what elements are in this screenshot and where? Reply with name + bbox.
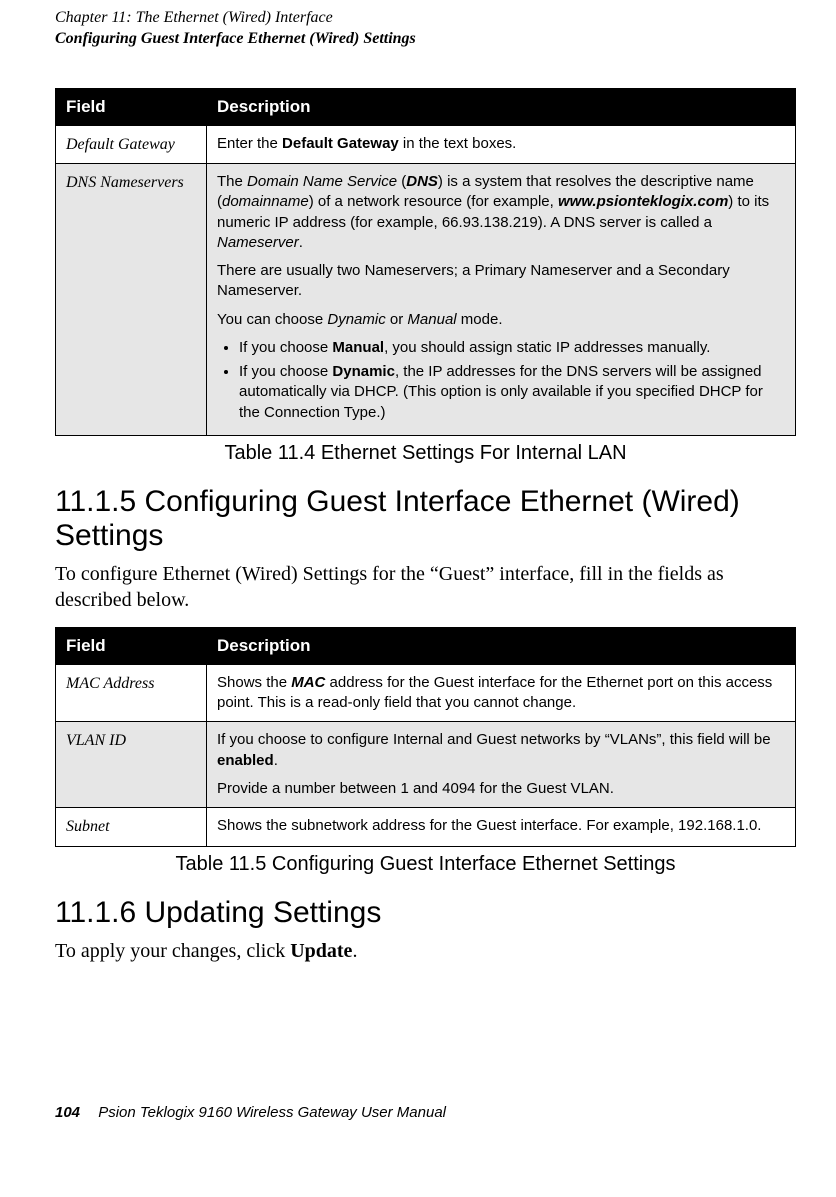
text: mode.: [457, 311, 503, 328]
text: The: [217, 173, 247, 190]
desc-subnet: Shows the subnetwork address for the Gue…: [207, 808, 796, 847]
text-bold: enabled: [217, 752, 274, 769]
text: .: [299, 234, 303, 251]
heading-11-1-6: 11.1.6 Updating Settings: [55, 896, 796, 930]
page-number: 104: [55, 1104, 80, 1121]
field-subnet: Subnet: [56, 808, 207, 847]
section-11-1-6-body: To apply your changes, click Update.: [55, 938, 796, 964]
text-italic: Domain Name Service: [247, 173, 397, 190]
field-mac-address: MAC Address: [56, 664, 207, 722]
heading-11-1-5: 11.1.5 Configuring Guest Interface Ether…: [55, 485, 796, 553]
field-dns-nameservers: DNS Nameservers: [56, 164, 207, 436]
table-row: MAC Address Shows the MAC address for th…: [56, 664, 796, 722]
desc-dns-nameservers: The Domain Name Service (DNS) is a syste…: [207, 164, 796, 436]
text: If you choose: [239, 339, 332, 356]
text: Shows the subnetwork address for the Gue…: [217, 817, 761, 834]
table-row: Subnet Shows the subnetwork address for …: [56, 808, 796, 847]
header-chapter: Chapter 11: The Ethernet (Wired) Interfa…: [55, 8, 796, 29]
text: (: [397, 173, 406, 190]
desc-vlan-id: If you choose to configure Internal and …: [207, 722, 796, 808]
page-footer: 104 Psion Teklogix 9160 Wireless Gateway…: [55, 1104, 796, 1121]
text: If you choose to configure Internal and …: [217, 731, 771, 748]
desc-default-gateway: Enter the Default Gateway in the text bo…: [207, 125, 796, 164]
text: You can choose: [217, 311, 327, 328]
text-italic: Nameserver: [217, 234, 299, 251]
field-default-gateway: Default Gateway: [56, 125, 207, 164]
text-bold: Update: [290, 940, 352, 962]
text-bold-italic: MAC: [291, 674, 325, 691]
text: in the text boxes.: [399, 135, 517, 152]
table-11-4: Field Description Default Gateway Enter …: [55, 88, 796, 436]
text: ) of a network resource (for example,: [309, 193, 558, 210]
section-11-1-5-body: To configure Ethernet (Wired) Settings f…: [55, 561, 796, 613]
table1-header-field: Field: [56, 88, 207, 125]
field-vlan-id: VLAN ID: [56, 722, 207, 808]
text-italic: Dynamic: [327, 311, 385, 328]
text: or: [386, 311, 408, 328]
text-bold: Dynamic: [332, 363, 395, 380]
table2-header-field: Field: [56, 627, 207, 664]
text: .: [352, 940, 357, 962]
table-row: DNS Nameservers The Domain Name Service …: [56, 164, 796, 436]
text-bold: Manual: [332, 339, 384, 356]
table-11-5: Field Description MAC Address Shows the …: [55, 627, 796, 847]
table1-header-desc: Description: [207, 88, 796, 125]
text: , you should assign static IP addresses …: [384, 339, 710, 356]
table-11-4-caption: Table 11.4 Ethernet Settings For Interna…: [55, 442, 796, 465]
text-bold-italic: DNS: [406, 173, 438, 190]
text: .: [274, 752, 278, 769]
footer-title: Psion Teklogix 9160 Wireless Gateway Use…: [98, 1104, 446, 1121]
text: There are usually two Nameservers; a Pri…: [217, 261, 785, 302]
header-section: Configuring Guest Interface Ethernet (Wi…: [55, 29, 796, 50]
bullet-list: If you choose Manual, you should assign …: [217, 338, 785, 423]
text: Enter the: [217, 135, 282, 152]
table2-header-desc: Description: [207, 627, 796, 664]
text-bold-italic: www.psionteklogix.com: [558, 193, 728, 210]
table-row: VLAN ID If you choose to configure Inter…: [56, 722, 796, 808]
list-item: If you choose Dynamic, the IP addresses …: [239, 362, 785, 423]
text-bold: Default Gateway: [282, 135, 399, 152]
table-11-5-caption: Table 11.5 Configuring Guest Interface E…: [55, 853, 796, 876]
text-italic: Manual: [407, 311, 456, 328]
text-italic: domainname: [222, 193, 309, 210]
text: To apply your changes, click: [55, 940, 290, 962]
text: If you choose: [239, 363, 332, 380]
table-row: Default Gateway Enter the Default Gatewa…: [56, 125, 796, 164]
running-header: Chapter 11: The Ethernet (Wired) Interfa…: [55, 8, 796, 50]
text: Provide a number between 1 and 4094 for …: [217, 779, 785, 799]
desc-mac-address: Shows the MAC address for the Guest inte…: [207, 664, 796, 722]
text: Shows the: [217, 674, 291, 691]
list-item: If you choose Manual, you should assign …: [239, 338, 785, 358]
